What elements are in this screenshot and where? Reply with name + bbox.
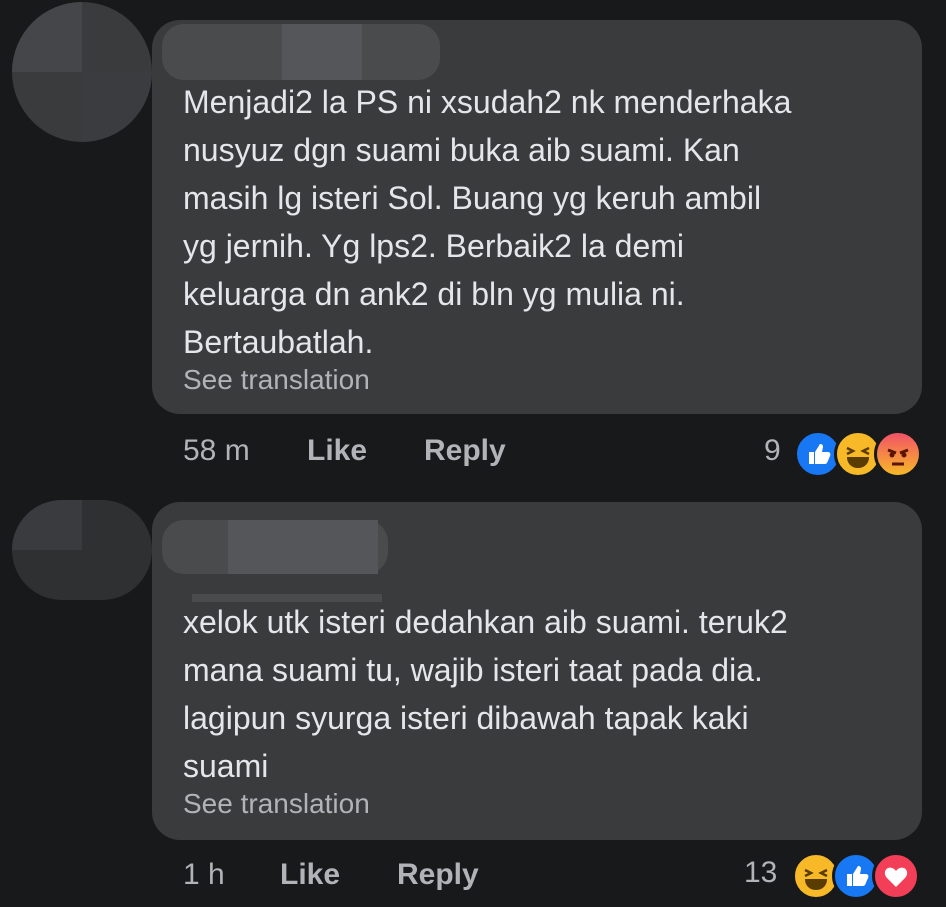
avatar[interactable]	[12, 500, 152, 600]
reply-button[interactable]: Reply	[397, 858, 479, 892]
avatar-blur	[12, 2, 82, 72]
redaction-segment	[228, 520, 378, 574]
avatar-blur	[82, 72, 152, 142]
comment-timestamp[interactable]: 58 m	[183, 434, 250, 468]
love-icon	[872, 852, 920, 900]
see-translation-link[interactable]: See translation	[183, 364, 370, 396]
reaction-summary[interactable]: 13	[744, 852, 924, 900]
angry-icon	[874, 430, 922, 478]
commenter-name-redacted[interactable]	[162, 24, 440, 80]
comment-text: xelok utk isteri dedahkan aib suami. ter…	[183, 604, 788, 784]
see-translation-link[interactable]: See translation	[183, 788, 370, 820]
comment-bubble: Menjadi2 la PS ni xsudah2 nk menderhaka …	[152, 20, 922, 414]
commenter-name-redacted[interactable]	[162, 520, 388, 574]
comment-text: Menjadi2 la PS ni xsudah2 nk menderhaka …	[183, 84, 792, 360]
reaction-count: 9	[764, 434, 781, 467]
avatar-blur	[12, 500, 82, 550]
comment: xelok utk isteri dedahkan aib suami. ter…	[0, 480, 946, 907]
redaction-segment	[282, 24, 362, 80]
like-button[interactable]: Like	[280, 858, 340, 892]
comment-bubble: xelok utk isteri dedahkan aib suami. ter…	[152, 502, 922, 840]
reaction-count: 13	[744, 856, 778, 889]
comment: Menjadi2 la PS ni xsudah2 nk menderhaka …	[0, 0, 946, 480]
like-button[interactable]: Like	[307, 434, 367, 468]
avatar[interactable]	[12, 2, 152, 142]
reply-button[interactable]: Reply	[424, 434, 506, 468]
reaction-summary[interactable]: 9	[764, 430, 924, 478]
comment-timestamp[interactable]: 1 h	[183, 858, 225, 892]
